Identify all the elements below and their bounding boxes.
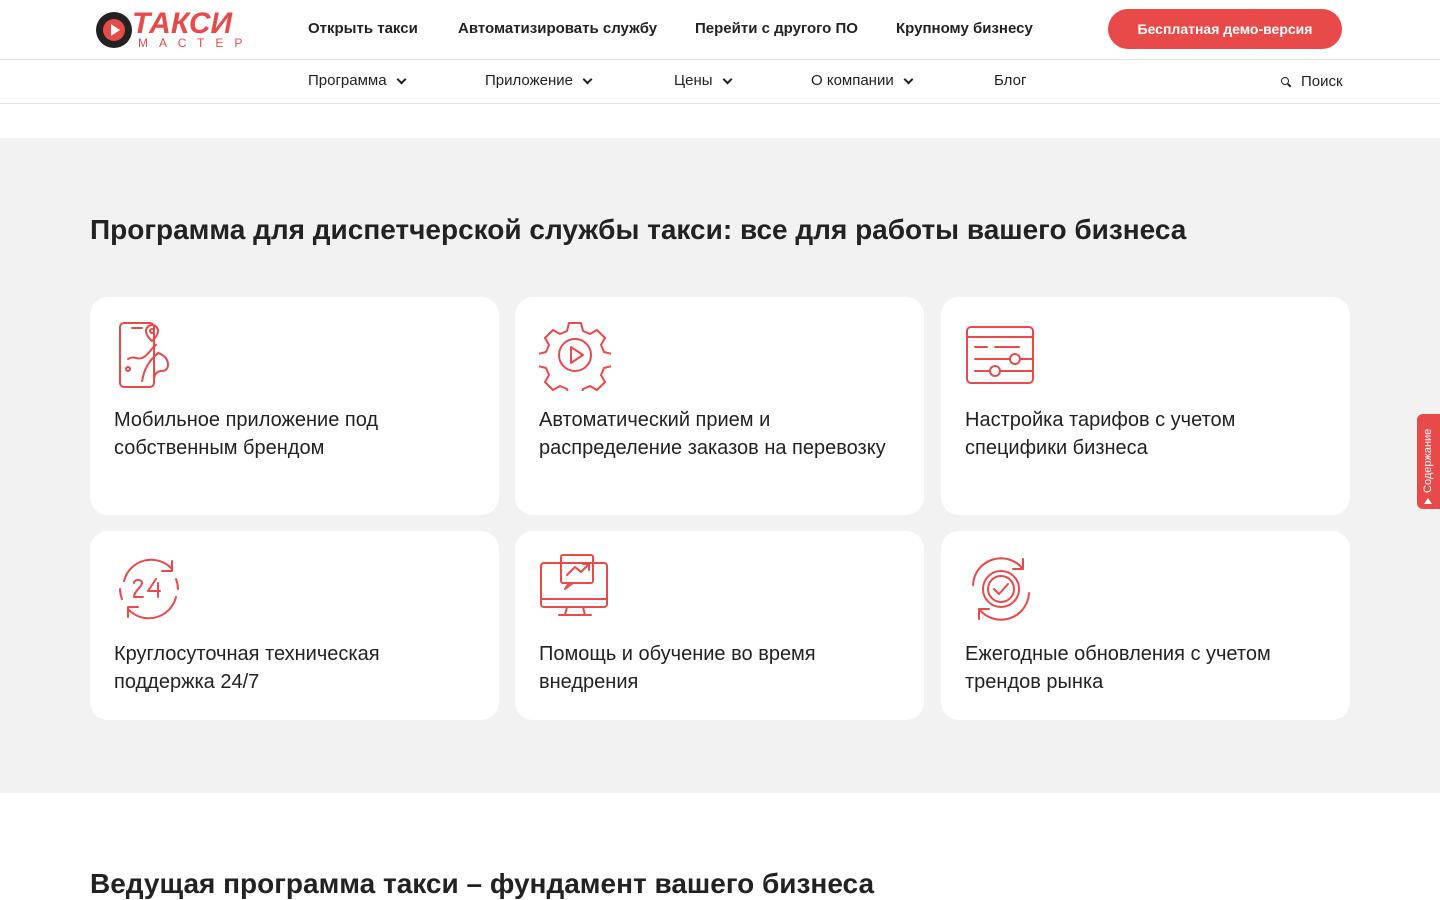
demo-button[interactable]: Бесплатная демо-версия <box>1108 9 1342 49</box>
feature-text: Помощь и обучение во время внедрения <box>539 643 816 693</box>
feature-card: Ежегодные обновления с учетом трендов ры… <box>941 531 1350 720</box>
triangle-icon <box>1424 498 1432 504</box>
chevron-down-icon <box>396 74 407 84</box>
top-nav-open-taxi[interactable]: Открыть такси <box>308 19 418 39</box>
phone-map-pin-icon <box>119 322 169 388</box>
feature-text: Ежегодные обновления с учетом трендов ры… <box>965 643 1271 693</box>
contents-label-wrap: Содержание <box>1421 429 1435 504</box>
nav-item-label: О компании <box>811 72 894 89</box>
search-button[interactable]: Поиск <box>1280 72 1343 92</box>
feature-text: Автоматический прием и распределение зак… <box>539 409 886 459</box>
top-nav-automate[interactable]: Автоматизировать службу <box>458 19 657 39</box>
nav-item-program[interactable]: Программа <box>308 71 407 91</box>
logo-text: ТАКСИ <box>132 7 233 40</box>
feature-card: Автоматический прием и распределение зак… <box>515 297 924 515</box>
logo-play-icon <box>96 12 132 48</box>
feature-card: Настройка тарифов с учетом специфики биз… <box>941 297 1350 515</box>
chevron-down-icon <box>582 74 593 84</box>
feature-text: Круглосуточная техническая поддержка 24/… <box>114 643 380 693</box>
next-section-title: Ведущая программа такси – фундамент ваше… <box>90 868 875 899</box>
update-check-icon <box>972 557 1030 621</box>
search-icon <box>1280 76 1292 88</box>
feature-text: Мобильное приложение под собственным бре… <box>114 409 379 459</box>
top-nav-migrate[interactable]: Перейти с другого ПО <box>695 19 858 39</box>
top-nav-enterprise[interactable]: Крупному бизнесу <box>896 19 1033 39</box>
chevron-down-icon <box>722 74 732 84</box>
search-label: Поиск <box>1301 73 1343 90</box>
features-section: Программа для диспетчерской службы такси… <box>0 138 1440 793</box>
feature-text: Настройка тарифов с учетом специфики биз… <box>965 409 1236 459</box>
feature-card: Круглосуточная техническая поддержка 24/… <box>90 531 499 720</box>
support-24-icon <box>119 558 179 620</box>
nav-item-prices[interactable]: Цены <box>674 71 732 91</box>
nav-item-about[interactable]: О компании <box>811 71 914 91</box>
features-title: Программа для диспетчерской службы такси… <box>90 214 1187 245</box>
nav-item-label: Приложение <box>485 72 573 89</box>
feature-card: Помощь и обучение во время внедрения <box>515 531 924 720</box>
monitor-chart-icon <box>540 554 608 616</box>
main-nav: Программа Приложение Цены О компании Бло… <box>0 60 1440 104</box>
nav-item-blog[interactable]: Блог <box>994 71 1026 91</box>
contents-label: Содержание <box>1422 428 1434 493</box>
contents-side-tab[interactable]: Содержание <box>1417 414 1440 509</box>
nav-item-app[interactable]: Приложение <box>485 71 593 91</box>
nav-item-label: Блог <box>994 72 1027 89</box>
logo-subtitle: МАСТЕР <box>138 36 254 50</box>
logo[interactable]: ТАКСИ МАСТЕР <box>96 9 246 51</box>
gear-play-icon <box>539 322 611 391</box>
nav-item-label: Цены <box>674 72 713 89</box>
tariff-sliders-icon <box>966 326 1034 384</box>
feature-card: Мобильное приложение под собственным бре… <box>90 297 499 515</box>
chevron-down-icon <box>903 74 914 84</box>
header-top: ТАКСИ МАСТЕР Открыть такси Автоматизиров… <box>0 0 1440 60</box>
nav-item-label: Программа <box>308 72 387 89</box>
